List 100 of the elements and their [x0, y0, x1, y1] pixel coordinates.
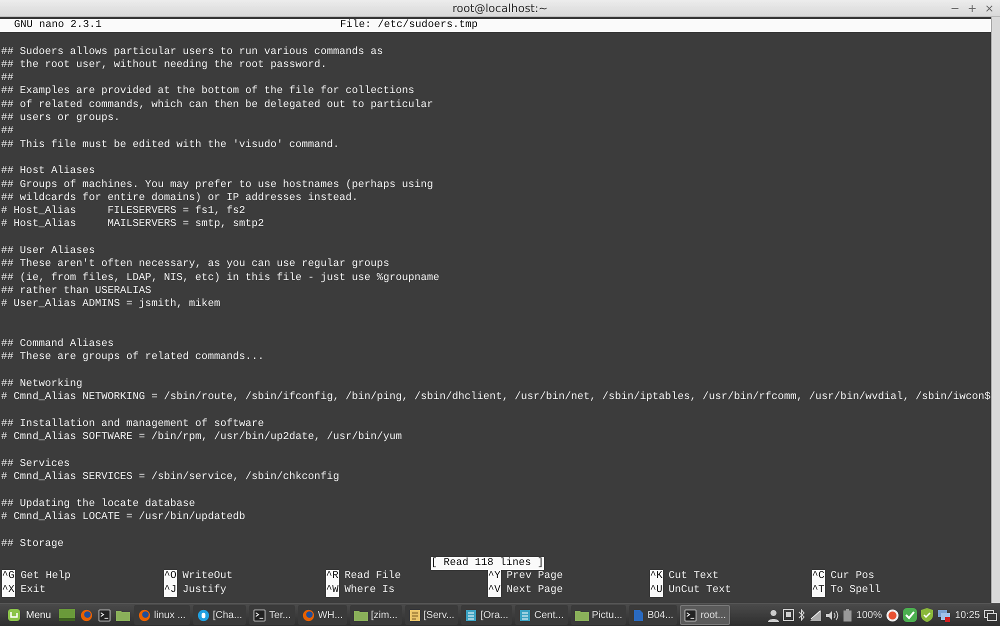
globe-icon	[138, 608, 152, 622]
status-message: [ Read 118 lines ]	[430, 557, 544, 570]
taskbar-task[interactable]: WH...	[298, 605, 347, 625]
window-control[interactable]: ×	[984, 2, 994, 14]
globe-icon	[302, 608, 315, 622]
shortcut-label: UnCut Text	[668, 584, 732, 597]
terminal-icon	[98, 608, 112, 622]
shortcut-label: WriteOut	[182, 570, 233, 584]
taskbar-task[interactable]: Ter...	[249, 605, 295, 625]
shortcut-label: Where Is	[344, 584, 395, 597]
record-icon[interactable]	[886, 608, 899, 622]
code-line: ## Examples are provided at the bottom of the file for collections	[0, 85, 416, 99]
shortcut-label: Cut Text	[668, 570, 719, 584]
shortcut-label: Get Help	[20, 570, 71, 584]
window-title: root@localhost:~	[452, 2, 548, 14]
code-line: # Host_Alias MAILSERVERS = smtp, smtp2	[0, 218, 266, 232]
document-icon	[465, 608, 478, 622]
desktop-launcher[interactable]	[58, 606, 76, 624]
taskbar-task[interactable]: root...	[680, 605, 730, 625]
desktop-icon	[59, 609, 76, 621]
shortcut-label: Cur Pos	[830, 570, 874, 584]
terminal-icon	[253, 608, 266, 622]
shortcut-label: Read File	[344, 570, 401, 584]
chat-icon	[196, 608, 210, 622]
battery-icon[interactable]	[843, 608, 852, 622]
taskbar-task[interactable]: B04...	[629, 605, 678, 625]
shortcut-key: ^R	[326, 570, 339, 584]
clipboard-icon[interactable]	[783, 609, 794, 621]
shortcut-label: Next Page	[506, 584, 563, 597]
shortcut-key: ^K	[650, 570, 663, 584]
code-line: ## of related commands, which can then be delegated out to particular	[0, 98, 434, 112]
code-line: ## (ie, from files, LDAP, NIS, etc) in this file - just use %groupname	[0, 272, 440, 285]
code-line: ## Storage	[0, 538, 65, 551]
network-icon[interactable]	[809, 609, 822, 621]
taskbar-task[interactable]: linux ...	[134, 605, 190, 625]
code-line: ## These aren't often necessary, as you can use regular groups	[0, 258, 390, 272]
nano-version: GNU nano 2.3.1	[14, 19, 103, 32]
window-control[interactable]: −	[950, 2, 960, 14]
shield-icon[interactable]	[920, 608, 933, 622]
code-line: ## the root user, without needing the root password.	[0, 58, 328, 72]
user-icon[interactable]	[768, 608, 780, 622]
code-line: ##	[0, 125, 15, 139]
code-line: ## Networking	[0, 378, 84, 391]
code-line: ## wildcards for entire domains) or IP addresses instead.	[0, 192, 360, 205]
check-icon[interactable]	[902, 608, 917, 622]
shortcut-key: ^U	[650, 584, 663, 597]
window-control[interactable]: +	[968, 2, 977, 14]
shortcut-key: ^O	[164, 570, 177, 584]
bluetooth-icon[interactable]	[798, 609, 806, 621]
code-line: ## Installation and management of software	[0, 418, 266, 431]
taskbar-task[interactable]: [Serv...	[404, 605, 458, 625]
shortcut-label: Justify	[182, 584, 226, 597]
code-line: ## These are groups of related commands...	[0, 351, 266, 365]
code-line: ## rather than USERALIAS	[0, 284, 152, 298]
shortcut-key: ^Y	[488, 570, 501, 584]
document-icon	[633, 608, 644, 622]
code-line: ## This file must be edited with the 'visudo' command.	[0, 138, 340, 152]
shortcut-key: ^J	[164, 584, 177, 597]
shortcut-key: ^G	[2, 570, 15, 584]
taskbar-task[interactable]: [zim...	[350, 605, 402, 625]
network-error-icon[interactable]	[936, 608, 951, 622]
code-line: ## Services	[0, 458, 71, 471]
document-icon	[519, 608, 532, 622]
taskbar-task[interactable]: Cent...	[515, 605, 568, 625]
globe-icon	[80, 608, 94, 622]
code-line: ## users or groups.	[0, 112, 122, 126]
shortcut-label: To Spell	[830, 584, 881, 597]
notepad-icon	[408, 608, 421, 622]
terminal-icon	[684, 608, 698, 622]
code-line: # Cmnd_Alias SOFTWARE = /bin/rpm, /usr/bin/up2date, /usr/bin/yum	[0, 431, 403, 444]
taskbar-task[interactable]: [Cha...	[192, 605, 246, 625]
code-line: ##	[0, 72, 15, 86]
taskbar-task[interactable]: Pictu...	[570, 605, 626, 625]
code-line: # Cmnd_Alias SERVICES = /sbin/service, /sbin/chkconfig	[0, 471, 340, 484]
code-line: ## Sudoers allows particular users to run various commands as	[0, 46, 384, 59]
folder-icon	[116, 609, 130, 621]
shortcut-label: Prev Page	[506, 570, 563, 584]
code-line: # Cmnd_Alias LOCATE = /usr/bin/updatedb	[0, 510, 246, 524]
shortcut-key: ^C	[812, 570, 825, 584]
code-line: ## Host Aliases	[0, 165, 96, 179]
clock: 10:25	[954, 610, 980, 620]
scrollbar[interactable]	[990, 17, 1000, 603]
shortcut-key: ^W	[326, 584, 339, 597]
volume-icon[interactable]	[826, 610, 840, 620]
battery-level: 100%	[856, 610, 882, 620]
folder-icon	[354, 609, 368, 621]
code-line: # User_Alias ADMINS = jsmith, mikem	[0, 298, 222, 312]
show-desktop-icon[interactable]	[984, 610, 997, 620]
code-line: # Cmnd_Alias NETWORKING = /sbin/route, /sbin/ifconfig, /bin/ping, /sbin/dhclient, /usr/bin/net, /sbin/iptables, /usr/bin/rfcomm, /usr/bin/wvdial, /sbin/iwcon$	[0, 391, 991, 405]
shortcut-label: Exit	[20, 584, 46, 597]
shortcut-key: ^T	[812, 584, 825, 597]
taskbar-task[interactable]: [Ora...	[461, 605, 512, 625]
code-line: ## Command Aliases	[0, 338, 115, 351]
menu-button[interactable]: Menu	[3, 605, 56, 625]
file-name: File: /etc/sudoers.tmp	[340, 19, 478, 32]
code-line: ## Groups of machines. You may prefer to use hostnames (perhaps using	[0, 178, 434, 192]
leaf-logo-icon	[7, 608, 21, 622]
code-line: ## User Aliases	[0, 245, 96, 258]
code-line: # Host_Alias FILESERVERS = fs1, fs2	[0, 205, 246, 218]
code-line: ## Updating the locate database	[0, 498, 196, 511]
